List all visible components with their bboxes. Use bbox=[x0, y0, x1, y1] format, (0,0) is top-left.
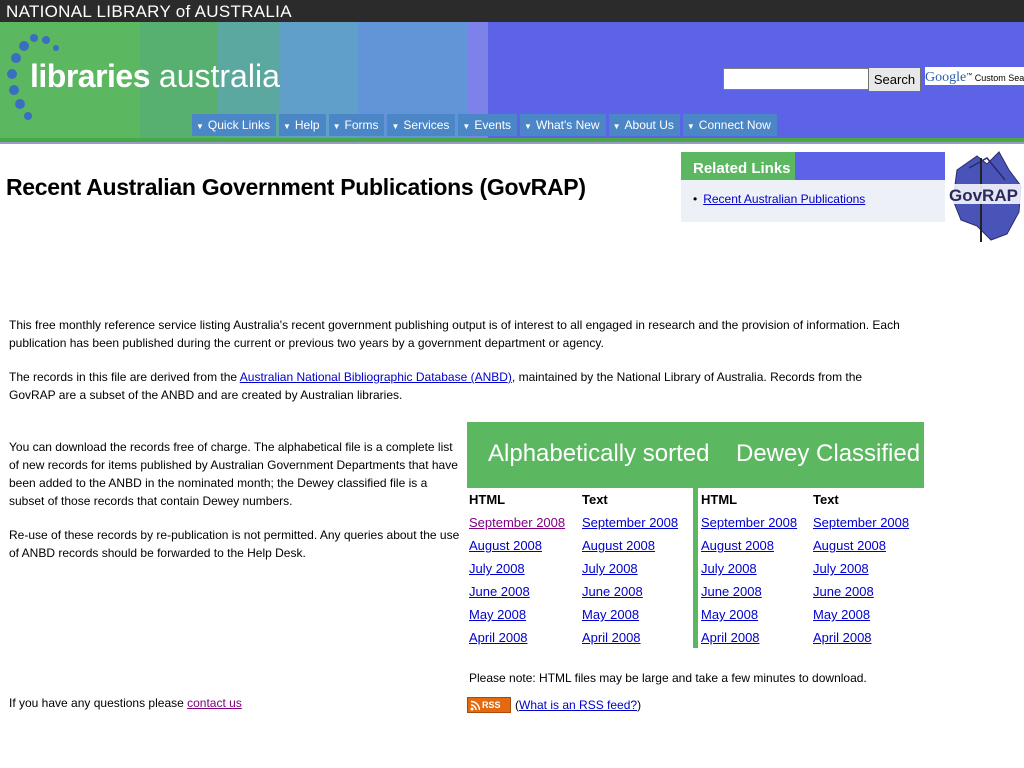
google-logo: Google bbox=[925, 70, 967, 85]
nav-label: Connect Now bbox=[698, 118, 771, 132]
dewey-html-link[interactable]: August 2008 bbox=[701, 538, 774, 553]
related-links-header: Related Links bbox=[681, 152, 945, 180]
banner-divider bbox=[0, 142, 1024, 144]
intro-paragraph-1: This free monthly reference service list… bbox=[9, 318, 900, 350]
alpha-text-link[interactable]: June 2008 bbox=[582, 584, 643, 599]
nav-about-us[interactable]: ▼ About Us bbox=[608, 114, 680, 136]
nav-label: Forms bbox=[344, 118, 379, 132]
nav-label: What's New bbox=[535, 118, 600, 132]
dewey-text-link[interactable]: August 2008 bbox=[813, 538, 886, 553]
dropdown-arrow-icon: ▼ bbox=[332, 122, 341, 131]
site-logo[interactable]: libraries australia bbox=[30, 58, 280, 95]
download-note: Please note: HTML files may be large and… bbox=[469, 671, 867, 685]
nav-services[interactable]: ▼ Services bbox=[387, 114, 456, 136]
intro-text: The records in this file are derived fro… bbox=[9, 370, 240, 384]
search-input[interactable] bbox=[723, 68, 869, 90]
alpha-html-link[interactable]: August 2008 bbox=[469, 538, 542, 553]
rss-badge-label: RSS bbox=[482, 700, 501, 710]
dewey-html-link[interactable]: September 2008 bbox=[701, 515, 797, 530]
nav-help[interactable]: ▼ Help bbox=[278, 114, 326, 136]
nav-events[interactable]: ▼ Events bbox=[458, 114, 518, 136]
dropdown-arrow-icon: ▼ bbox=[524, 122, 532, 131]
govrap-logo-text: GovRAP bbox=[949, 186, 1018, 205]
related-links-box: Related Links Recent Australian Publicat… bbox=[681, 152, 945, 222]
dewey-text-link[interactable]: April 2008 bbox=[813, 630, 872, 645]
rss-icon bbox=[470, 700, 480, 711]
alpha-html-link[interactable]: July 2008 bbox=[469, 561, 525, 576]
intro-paragraph-3: You can download the records free of cha… bbox=[9, 440, 458, 508]
govrap-logo[interactable]: GovRAP bbox=[947, 150, 1024, 246]
search-button[interactable]: Search bbox=[868, 67, 921, 92]
google-custom-search-badge: Google™ Custom Search bbox=[925, 67, 1024, 85]
related-links-list: Recent Australian Publications bbox=[693, 192, 865, 206]
nav-label: Help bbox=[294, 118, 320, 132]
dewey-html-link[interactable]: July 2008 bbox=[701, 561, 757, 576]
dropdown-arrow-icon: ▼ bbox=[282, 122, 291, 131]
anbd-link[interactable]: Australian National Bibliographic Databa… bbox=[240, 370, 512, 384]
alpha-text-link[interactable]: April 2008 bbox=[582, 630, 641, 645]
nla-top-bar: NATIONAL LIBRARY of AUSTRALIA bbox=[0, 0, 1024, 22]
logo-text-light: australia bbox=[150, 58, 280, 94]
column-divider bbox=[693, 488, 698, 648]
page-title: Recent Australian Government Publication… bbox=[6, 174, 586, 200]
alpha-html-link[interactable]: April 2008 bbox=[469, 630, 528, 645]
rss-feed-button[interactable]: RSS bbox=[467, 697, 511, 713]
alpha-html-link[interactable]: June 2008 bbox=[469, 584, 530, 599]
logo-text-bold: libraries bbox=[30, 58, 151, 94]
google-custom-label: Custom Search bbox=[974, 73, 1024, 83]
rss-row: RSS ( What is an RSS feed? ) bbox=[467, 697, 641, 713]
related-links-title: Related Links bbox=[693, 160, 791, 177]
alpha-text-link[interactable]: September 2008 bbox=[582, 515, 678, 530]
nav-connect-now[interactable]: ▼ Connect Now bbox=[682, 114, 777, 136]
what-is-rss-link[interactable]: What is an RSS feed? bbox=[519, 698, 637, 712]
alpha-html-link[interactable]: September 2008 bbox=[469, 515, 565, 530]
dewey-text-link[interactable]: June 2008 bbox=[813, 584, 874, 599]
nav-forms[interactable]: ▼ Forms bbox=[328, 114, 385, 136]
dewey-text-link[interactable]: May 2008 bbox=[813, 607, 870, 622]
alpha-text-link[interactable]: August 2008 bbox=[582, 538, 655, 553]
alpha-text-link[interactable]: May 2008 bbox=[582, 607, 639, 622]
list-item: Recent Australian Publications bbox=[693, 192, 865, 206]
dewey-text-link[interactable]: July 2008 bbox=[813, 561, 869, 576]
dropdown-arrow-icon: ▼ bbox=[686, 122, 695, 131]
alpha-html-link[interactable]: May 2008 bbox=[469, 607, 526, 622]
dewey-html-header: HTML bbox=[701, 492, 738, 507]
nav-whats-new[interactable]: ▼ What's New bbox=[520, 114, 606, 136]
dewey-text-link[interactable]: September 2008 bbox=[813, 515, 909, 530]
dewey-text-header: Text bbox=[813, 492, 839, 507]
nav-label: About Us bbox=[624, 118, 674, 132]
related-link-recent-australian-publications[interactable]: Recent Australian Publications bbox=[703, 192, 865, 206]
rss-paren-close: ) bbox=[637, 698, 642, 712]
alpha-text-header: Text bbox=[582, 492, 608, 507]
nav-quick-links[interactable]: ▼ Quick Links bbox=[192, 114, 276, 136]
contact-text: If you have any questions please bbox=[9, 696, 188, 710]
dewey-html-link[interactable]: June 2008 bbox=[701, 584, 762, 599]
dropdown-arrow-icon: ▼ bbox=[612, 122, 621, 131]
nav-label: Services bbox=[403, 118, 450, 132]
contact-us-link[interactable]: contact us bbox=[187, 696, 242, 710]
downloads-table: Alphabetically sorted Dewey Classified H… bbox=[467, 422, 924, 648]
intro-paragraph-2: The records in this file are derived fro… bbox=[9, 368, 909, 404]
intro-paragraph-4: Re-use of these records by re-publicatio… bbox=[9, 528, 460, 560]
alphabetical-heading: Alphabetically sorted bbox=[488, 440, 710, 467]
dewey-html-link[interactable]: May 2008 bbox=[701, 607, 758, 622]
nav-label: Events bbox=[474, 118, 512, 132]
dropdown-arrow-icon: ▼ bbox=[462, 122, 471, 131]
contact-line: If you have any questions please contact… bbox=[9, 696, 242, 710]
nav-label: Quick Links bbox=[207, 118, 270, 132]
dewey-html-link[interactable]: April 2008 bbox=[701, 630, 760, 645]
dewey-heading: Dewey Classified bbox=[736, 440, 921, 467]
alpha-text-link[interactable]: July 2008 bbox=[582, 561, 638, 576]
main-nav: ▼ Quick Links ▼ Help ▼ Forms ▼ Services ▼ Eve… bbox=[192, 114, 780, 136]
dropdown-arrow-icon: ▼ bbox=[391, 122, 400, 131]
dropdown-arrow-icon: ▼ bbox=[196, 122, 204, 131]
downloads-table-header: Alphabetically sorted Dewey Classified bbox=[467, 422, 924, 488]
nla-title[interactable]: NATIONAL LIBRARY of AUSTRALIA bbox=[6, 2, 292, 22]
alpha-html-header: HTML bbox=[469, 492, 506, 507]
